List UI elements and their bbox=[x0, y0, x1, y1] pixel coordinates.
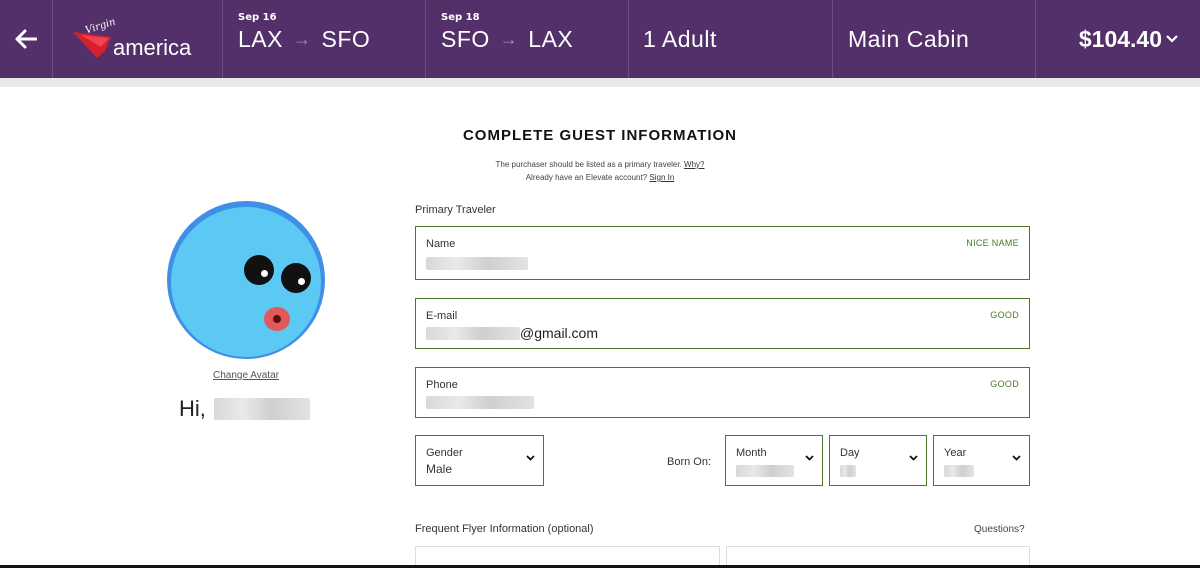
day-label: Day bbox=[840, 447, 860, 459]
email-domain: @gmail.com bbox=[520, 325, 599, 341]
birth-day-select[interactable]: Day bbox=[829, 435, 927, 486]
greeting-label: Hi, bbox=[179, 396, 206, 421]
avatar-eye bbox=[244, 255, 274, 285]
cabin-class-label: Main Cabin bbox=[848, 25, 970, 52]
arrow-right-icon: → bbox=[292, 29, 312, 49]
avatar-eye bbox=[281, 263, 311, 293]
guest-info-page: COMPLETE GUEST INFORMATION The purchaser… bbox=[0, 78, 1200, 565]
why-link[interactable]: Why? bbox=[684, 160, 704, 169]
chevron-down-icon bbox=[909, 455, 918, 461]
outbound-leg[interactable]: Sep 16 LAX → SFO bbox=[223, 0, 426, 78]
phone-field-label: Phone bbox=[426, 379, 458, 391]
frequent-flyer-program-field[interactable] bbox=[415, 546, 720, 565]
chevron-down-icon bbox=[1012, 455, 1021, 461]
email-status: GOOD bbox=[990, 310, 1019, 320]
email-field[interactable]: E-mail GOOD @gmail.com bbox=[415, 298, 1030, 349]
return-destination: LAX bbox=[528, 26, 574, 52]
frequent-flyer-number-field[interactable] bbox=[726, 546, 1030, 565]
phone-field[interactable]: Phone GOOD bbox=[415, 367, 1030, 418]
passenger-count-label: 1 Adult bbox=[643, 25, 717, 52]
chevron-down-icon bbox=[805, 455, 814, 461]
account-note: Already have an Elevate account? Sign In bbox=[525, 173, 675, 182]
gender-label: Gender bbox=[426, 447, 463, 459]
change-avatar-link[interactable]: Change Avatar bbox=[166, 370, 326, 381]
return-leg[interactable]: Sep 18 SFO → LAX bbox=[426, 0, 629, 78]
redacted-day bbox=[840, 465, 856, 477]
arrow-right-icon: → bbox=[499, 29, 519, 49]
total-price: $104.40 bbox=[1078, 25, 1162, 52]
frequent-flyer-label: Frequent Flyer Information (optional) bbox=[415, 523, 594, 535]
return-origin: SFO bbox=[441, 26, 490, 52]
price-toggle[interactable]: $104.40 bbox=[1036, 0, 1200, 78]
booking-summary-bar: Virgin america Sep 16 LAX → SFO Sep 18 S… bbox=[0, 0, 1200, 78]
return-date: Sep 18 bbox=[441, 12, 480, 23]
purchaser-note: The purchaser should be listed as a prim… bbox=[495, 160, 705, 169]
avatar[interactable] bbox=[167, 201, 325, 359]
gender-value: Male bbox=[426, 462, 453, 476]
name-field[interactable]: Name NICE NAME bbox=[415, 226, 1030, 280]
chevron-down-icon bbox=[526, 455, 535, 461]
gender-select[interactable]: Gender Male bbox=[415, 435, 544, 486]
greeting: Hi, bbox=[179, 396, 310, 422]
page-title: COMPLETE GUEST INFORMATION bbox=[462, 127, 738, 144]
redacted-username bbox=[213, 398, 310, 420]
month-label: Month bbox=[736, 447, 767, 459]
logo-america-text: america bbox=[113, 35, 192, 60]
cabin-class[interactable]: Main Cabin bbox=[833, 0, 1036, 78]
birth-month-select[interactable]: Month bbox=[725, 435, 823, 486]
outbound-date: Sep 16 bbox=[238, 12, 277, 23]
redacted-name bbox=[426, 257, 528, 270]
phone-status: GOOD bbox=[990, 379, 1019, 389]
born-on-label: Born On: bbox=[667, 456, 712, 468]
chevron-down-icon bbox=[1166, 35, 1178, 43]
redacted-month bbox=[736, 465, 794, 477]
email-field-label: E-mail bbox=[426, 310, 458, 322]
name-status: NICE NAME bbox=[966, 238, 1019, 248]
avatar-mouth bbox=[264, 307, 290, 331]
sign-in-link[interactable]: Sign In bbox=[649, 173, 674, 182]
redacted-email-user bbox=[426, 326, 520, 340]
questions-link[interactable]: Questions? bbox=[974, 524, 1025, 535]
year-label: Year bbox=[944, 447, 967, 459]
outbound-origin: LAX bbox=[238, 26, 283, 52]
birth-year-select[interactable]: Year bbox=[933, 435, 1030, 486]
redacted-year bbox=[944, 465, 974, 477]
avatar-face-icon bbox=[171, 207, 321, 357]
redacted-phone bbox=[426, 396, 534, 409]
name-field-label: Name bbox=[426, 238, 456, 250]
primary-traveler-label: Primary Traveler bbox=[415, 204, 496, 216]
outbound-destination: SFO bbox=[321, 26, 371, 52]
arrow-left-icon bbox=[15, 29, 37, 49]
back-button[interactable] bbox=[0, 0, 53, 78]
passenger-count[interactable]: 1 Adult bbox=[629, 0, 833, 78]
virgin-america-logo[interactable]: Virgin america bbox=[53, 0, 223, 78]
